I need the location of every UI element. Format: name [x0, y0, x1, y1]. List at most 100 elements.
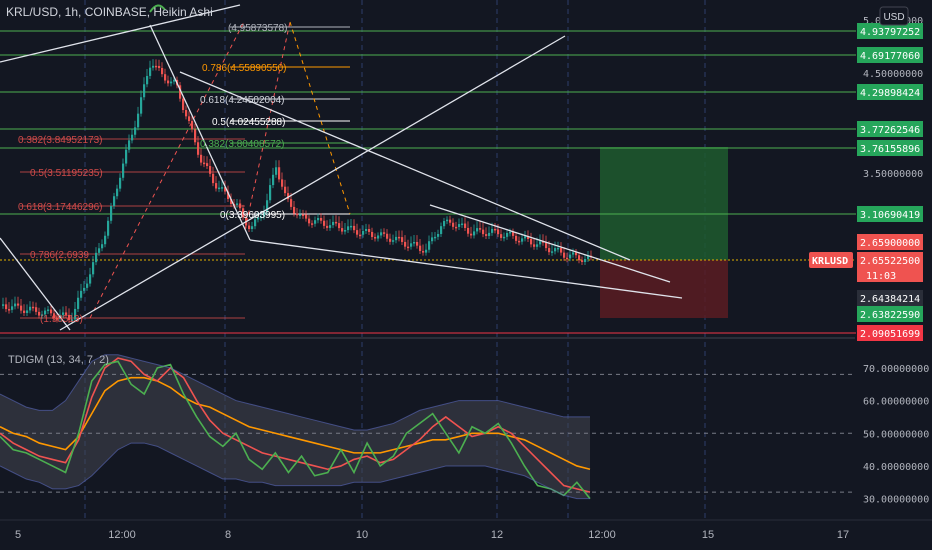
- candle: [161, 68, 164, 75]
- candle: [167, 80, 170, 84]
- candle: [86, 283, 89, 288]
- candle: [194, 129, 197, 143]
- candle: [530, 239, 533, 245]
- symbol-title: KRL/USD, 1h, COINBASE, Heikin Ashi: [6, 5, 213, 19]
- time-tick: 12:00: [588, 529, 616, 541]
- candle: [185, 109, 188, 117]
- candle: [101, 244, 104, 249]
- candle: [482, 229, 485, 235]
- candle: [473, 231, 476, 236]
- indicator-tick: 60.00000000: [863, 397, 929, 408]
- fib-label: 0.382(3.84952173): [18, 135, 103, 146]
- candle: [500, 234, 503, 238]
- candle: [515, 235, 518, 241]
- candle: [431, 237, 434, 242]
- candle: [308, 218, 311, 224]
- svg-text:4.69177060: 4.69177060: [860, 51, 920, 62]
- candle: [368, 229, 371, 232]
- price-label: 3.76155896: [857, 140, 923, 156]
- candle: [290, 199, 293, 207]
- profit-zone[interactable]: [600, 147, 728, 260]
- candle: [485, 234, 488, 236]
- candle: [449, 219, 452, 223]
- candle: [17, 303, 20, 306]
- candle: [47, 309, 50, 311]
- chart-canvas: (4.95873578) 0.786(4.55890550) 0.618(4.245…: [0, 0, 932, 550]
- price-label: 2.64384214: [857, 290, 923, 306]
- fib-label: 0.786(4.55890550): [202, 63, 287, 74]
- candle: [326, 225, 329, 228]
- candle: [110, 206, 113, 221]
- currency-label: USD: [883, 12, 904, 23]
- candle: [443, 221, 446, 227]
- svg-text:2.65522500: 2.65522500: [860, 256, 920, 267]
- fib-label: 0.786(2.6939: [30, 250, 89, 261]
- fib-label: 0.5(3.51195235): [30, 168, 103, 179]
- candle: [578, 255, 581, 261]
- candle: [158, 65, 161, 69]
- chart-background: [0, 0, 932, 550]
- candle: [143, 84, 146, 98]
- candle: [155, 65, 158, 68]
- candle: [410, 243, 413, 247]
- candle: [509, 231, 512, 234]
- candle: [77, 297, 80, 309]
- candle: [296, 213, 299, 216]
- candle: [203, 162, 206, 165]
- candle: [419, 245, 422, 251]
- candle: [428, 241, 431, 250]
- candle: [377, 235, 380, 239]
- candle: [98, 248, 101, 253]
- candle: [284, 186, 287, 194]
- candle: [317, 217, 320, 221]
- time-tick: 15: [702, 529, 714, 541]
- candle: [479, 228, 482, 230]
- candle: [95, 252, 98, 263]
- candle: [470, 233, 473, 236]
- candle: [140, 97, 143, 114]
- candle: [452, 222, 455, 227]
- candle: [344, 230, 347, 232]
- svg-text:3.77262546: 3.77262546: [860, 125, 920, 136]
- candle: [35, 307, 38, 312]
- candle: [182, 98, 185, 110]
- fib-label: (4.95873578): [228, 23, 288, 34]
- candle: [557, 247, 560, 250]
- time-axis[interactable]: [0, 520, 932, 550]
- candle: [20, 305, 23, 311]
- candle: [293, 206, 296, 214]
- candle: [503, 236, 506, 239]
- svg-text:3.76155896: 3.76155896: [860, 144, 920, 155]
- candle: [548, 248, 551, 253]
- price-tick: 3.50000000: [863, 169, 923, 180]
- candle: [152, 65, 155, 68]
- indicator-tick: 40.00000000: [863, 462, 929, 473]
- candle: [332, 221, 335, 226]
- candle: [353, 225, 356, 231]
- candle: [383, 232, 386, 234]
- candle: [533, 244, 536, 247]
- fib-label: 0.5(4.02455288): [212, 117, 285, 128]
- candle: [92, 262, 95, 275]
- candle: [458, 224, 461, 227]
- indicator-title: TDIGM (13, 34, 7, 2): [8, 354, 109, 366]
- candle: [425, 249, 428, 253]
- svg-text:KRLUSD: KRLUSD: [812, 256, 848, 267]
- time-tick: 12: [491, 529, 503, 541]
- candle: [134, 127, 137, 135]
- candle: [170, 81, 173, 84]
- candle: [122, 163, 125, 178]
- candle: [164, 74, 167, 81]
- candle: [437, 233, 440, 237]
- candle: [569, 254, 572, 259]
- candle: [173, 79, 176, 82]
- currency-button[interactable]: USD: [879, 6, 909, 26]
- price-label: 2.65900000: [857, 234, 923, 250]
- candle: [347, 226, 350, 231]
- candle: [323, 220, 326, 226]
- candle: [50, 309, 53, 314]
- price-label: 4.69177060: [857, 47, 923, 63]
- price-tick: 4.50000000: [863, 69, 923, 80]
- candle: [200, 154, 203, 163]
- candle: [365, 229, 368, 232]
